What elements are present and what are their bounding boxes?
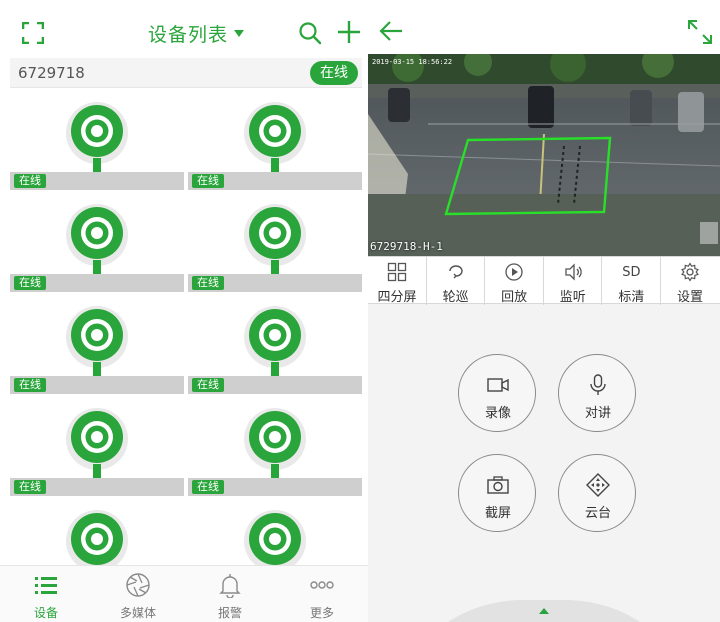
camera-cell[interactable] bbox=[10, 498, 184, 565]
quad-screen-icon bbox=[387, 262, 407, 282]
device-list-title-dropdown[interactable]: 设备列表 bbox=[148, 20, 245, 46]
sd-quality-icon: SD bbox=[622, 265, 641, 280]
device-group-row[interactable]: 6729718 在线 bbox=[10, 58, 362, 88]
tool-label: 四分屏 bbox=[377, 290, 417, 305]
camera-cell[interactable] bbox=[188, 498, 362, 565]
device-list-header: 设备列表 bbox=[0, 0, 368, 58]
camera-grid: 在线 在线 在线 在线 在线 在线 在线 在线 bbox=[10, 90, 362, 565]
tab-more[interactable]: 更多 bbox=[276, 566, 368, 622]
device-id: 6729718 bbox=[18, 64, 85, 82]
bottom-tab-bar: 设备 多媒体 报警 更多 bbox=[0, 565, 368, 622]
tab-label: 更多 bbox=[309, 606, 334, 620]
control-label: 对讲 bbox=[584, 406, 611, 421]
tab-label: 报警 bbox=[217, 606, 242, 620]
status-badge: 在线 bbox=[14, 480, 46, 494]
camera-cell[interactable]: 在线 bbox=[10, 90, 184, 190]
tab-label: 多媒体 bbox=[119, 606, 156, 620]
screenshot-button[interactable]: 截屏 bbox=[458, 454, 536, 532]
camera-icon bbox=[66, 408, 128, 488]
control-label: 云台 bbox=[584, 506, 611, 521]
tool-label: 监听 bbox=[559, 290, 586, 305]
device-list-panel: 设备列表 6729718 在线 在线 在线 在线 在线 在线 在线 在线 在线 … bbox=[0, 0, 368, 622]
patrol-button[interactable]: 轮巡 bbox=[427, 257, 486, 305]
camera-cell[interactable]: 在线 bbox=[10, 192, 184, 292]
expand-panel-handle[interactable] bbox=[448, 598, 640, 622]
ptz-icon bbox=[586, 473, 610, 497]
chevron-down-icon bbox=[234, 29, 245, 37]
camera-cell[interactable]: 在线 bbox=[188, 192, 362, 292]
camera-cell[interactable]: 在线 bbox=[188, 294, 362, 394]
tab-alarm[interactable]: 报警 bbox=[184, 566, 276, 622]
live-view-header bbox=[368, 0, 720, 54]
camera-icon bbox=[244, 102, 306, 182]
shutter-icon bbox=[126, 573, 150, 597]
patrol-icon bbox=[448, 265, 463, 279]
gear-icon bbox=[681, 262, 699, 282]
tool-label: 轮巡 bbox=[442, 290, 469, 305]
camera-icon bbox=[244, 510, 306, 565]
status-badge: 在线 bbox=[192, 276, 224, 290]
scan-icon[interactable] bbox=[22, 22, 44, 44]
camera-icon bbox=[66, 102, 128, 182]
tool-label: 标清 bbox=[618, 290, 645, 305]
status-badge: 在线 bbox=[14, 276, 46, 290]
page-title: 设备列表 bbox=[148, 23, 229, 46]
bell-icon bbox=[219, 574, 241, 598]
live-view-panel: 2019-03-15 18:56:22 6729718-H-1 四分屏 轮巡 回… bbox=[368, 0, 720, 622]
camera-icon bbox=[487, 476, 509, 494]
tool-label: 回放 bbox=[501, 290, 528, 305]
tab-label: 设备 bbox=[33, 606, 58, 620]
camera-icon bbox=[244, 204, 306, 284]
camera-cell[interactable]: 在线 bbox=[188, 90, 362, 190]
status-badge: 在线 bbox=[14, 378, 46, 392]
camera-icon bbox=[66, 204, 128, 284]
record-button[interactable]: 录像 bbox=[458, 354, 536, 432]
settings-button[interactable]: 设置 bbox=[661, 257, 720, 305]
microphone-icon bbox=[590, 374, 606, 395]
camera-cell[interactable]: 在线 bbox=[10, 294, 184, 394]
ptz-button[interactable]: 云台 bbox=[558, 454, 636, 532]
quad-screen-button[interactable]: 四分屏 bbox=[368, 257, 427, 305]
camera-icon bbox=[66, 306, 128, 386]
status-badge: 在线 bbox=[192, 480, 224, 494]
camera-cell[interactable]: 在线 bbox=[10, 396, 184, 496]
intercom-button[interactable]: 对讲 bbox=[558, 354, 636, 432]
tab-devices[interactable]: 设备 bbox=[0, 566, 92, 622]
control-label: 录像 bbox=[484, 406, 511, 421]
camera-icon bbox=[66, 510, 128, 565]
status-badge: 在线 bbox=[192, 174, 224, 188]
tool-label: 设置 bbox=[676, 290, 703, 305]
quality-button[interactable]: SD 标清 bbox=[602, 257, 661, 305]
playback-button[interactable]: 回放 bbox=[485, 257, 544, 305]
control-label: 截屏 bbox=[484, 506, 511, 521]
video-toolbar: 四分屏 轮巡 回放 监听 SD 标清 设置 bbox=[368, 256, 720, 305]
add-device-icon[interactable] bbox=[336, 19, 362, 45]
status-badge: 在线 bbox=[192, 378, 224, 392]
camera-icon bbox=[244, 306, 306, 386]
tab-media[interactable]: 多媒体 bbox=[92, 566, 184, 622]
video-camera-icon bbox=[487, 378, 509, 392]
status-badge: 在线 bbox=[310, 61, 358, 85]
video-frame bbox=[368, 54, 720, 256]
back-arrow-icon[interactable] bbox=[378, 18, 404, 44]
app-screen: 设备列表 6729718 在线 在线 在线 在线 在线 在线 在线 在线 在线 … bbox=[0, 0, 720, 622]
camera-icon bbox=[244, 408, 306, 488]
live-video-view[interactable]: 2019-03-15 18:56:22 6729718-H-1 bbox=[368, 54, 720, 256]
fullscreen-icon[interactable] bbox=[686, 18, 714, 46]
status-badge: 在线 bbox=[14, 174, 46, 188]
channel-name: 6729718-H-1 bbox=[370, 240, 443, 253]
camera-cell[interactable]: 在线 bbox=[188, 396, 362, 496]
search-icon[interactable] bbox=[298, 21, 322, 45]
listen-button[interactable]: 监听 bbox=[544, 257, 603, 305]
video-timestamp: 2019-03-15 18:56:22 bbox=[372, 58, 453, 66]
speaker-icon bbox=[565, 263, 582, 281]
more-icon bbox=[310, 581, 334, 589]
list-icon bbox=[35, 577, 57, 594]
playback-icon bbox=[505, 263, 523, 281]
